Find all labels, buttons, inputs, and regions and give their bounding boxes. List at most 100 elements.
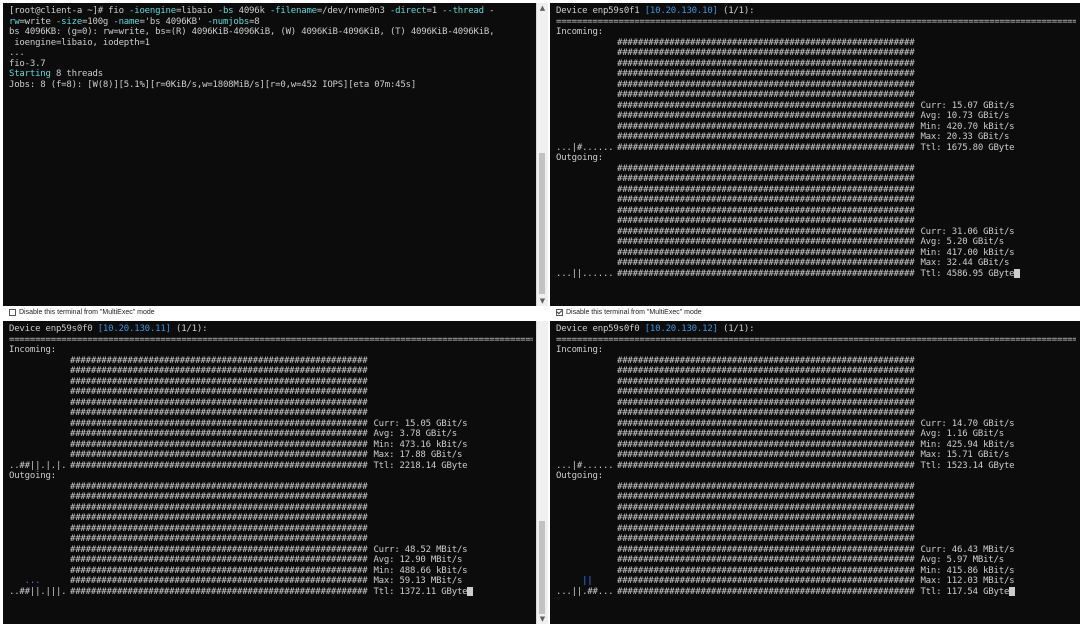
- graph-bars: ########################################…: [70, 387, 368, 397]
- stat-avg: Avg: 1.16 GBit/s: [920, 429, 1004, 439]
- graph-axis: [556, 258, 617, 269]
- terminal-output[interactable]: [root@client-a ~]# fio -ioengine=libaio …: [3, 3, 537, 306]
- stat-ttl: Ttl: 1372.11 GByte: [373, 586, 468, 597]
- graph-row: ########################################…: [9, 524, 533, 535]
- graph-bars: ########################################…: [70, 439, 368, 450]
- graph-row: ########################################…: [556, 366, 1076, 377]
- graph-axis: [9, 356, 70, 367]
- graph-bars: ########################################…: [617, 576, 915, 586]
- graph-axis: [556, 429, 617, 440]
- graph-row: ########################################…: [556, 174, 1076, 185]
- graph-axis: [556, 566, 617, 577]
- graph-row: ########################################…: [9, 513, 533, 524]
- down-arrow-icon[interactable]: ▼: [537, 614, 548, 624]
- graph-bars: ########################################…: [70, 576, 368, 586]
- terminal-output[interactable]: Device enp59s0f0 [10.20.130.12] (1/1): ==…: [550, 321, 1080, 624]
- multiexec-checkbox-row[interactable]: Disable this terminal from "MultiExec" m…: [550, 306, 702, 318]
- terminal-text: =/dev/nvme0n3: [316, 6, 390, 16]
- terminal-pane-bottom-left[interactable]: Device enp59s0f0 [10.20.130.11] (1/1): ==…: [3, 321, 548, 624]
- multiexec-checkbox-label: Disable this terminal from "MultiExec" m…: [19, 308, 155, 316]
- terminal-line: rw=write -size=100g -name='bs 4096KB' -n…: [9, 17, 533, 28]
- terminal-pane-fio[interactable]: [root@client-a ~]# fio -ioengine=libaio …: [3, 3, 548, 318]
- terminal-scrollbar[interactable]: ▼: [536, 321, 548, 624]
- graph-bars: ########################################…: [70, 534, 368, 544]
- stat-curr: Curr: 14.70 GBit/s: [920, 418, 1015, 429]
- graph-row: ..##||.|.|. #############################…: [9, 461, 533, 472]
- graph-row: ########################################…: [556, 206, 1076, 217]
- terminal-text: ='bs 4096KB': [139, 16, 208, 27]
- graph-axis: [556, 419, 617, 430]
- terminal-cursor: [1009, 586, 1016, 596]
- graph-axis: [556, 80, 617, 91]
- terminal-text: Starting: [9, 69, 51, 79]
- graph-axis: [556, 237, 617, 248]
- graph-row: ########################################…: [556, 440, 1076, 451]
- graph-axis: ...|#......: [556, 142, 614, 153]
- terminal-pane-bottom-right[interactable]: Device enp59s0f0 [10.20.130.12] (1/1): ==…: [550, 321, 1080, 624]
- outgoing-label: Outgoing:: [556, 153, 603, 163]
- graph-axis: [556, 366, 617, 377]
- graph-bars: ########################################…: [617, 387, 915, 397]
- graph-bars: ########################################…: [617, 195, 915, 205]
- down-arrow-icon[interactable]: ▼: [537, 296, 548, 306]
- stat-min: Min: 473.16 kBit/s: [373, 439, 468, 450]
- terminal-text: -: [483, 6, 495, 16]
- graph-axis: [556, 122, 617, 133]
- graph-axis: [9, 492, 70, 503]
- graph-axis: [9, 482, 70, 493]
- graph-bars: ########################################…: [617, 79, 915, 90]
- graph-axis: ...||......: [556, 268, 614, 279]
- graph-row: ########################################…: [9, 366, 533, 377]
- terminal-cursor: [1014, 268, 1021, 278]
- device-name: Device enp59s0f0: [9, 324, 93, 334]
- graph-bars: ########################################…: [617, 37, 915, 48]
- graph-row: ########################################…: [556, 111, 1076, 122]
- graph-bars: ########################################…: [70, 418, 368, 429]
- terminal-text: 4096k: [233, 6, 270, 16]
- stat-min: Min: 415.86 kBit/s: [920, 565, 1015, 576]
- device-ip: [10.20.130.10]: [644, 6, 718, 16]
- multiexec-checkbox-label: Disable this terminal from "MultiExec" m…: [566, 308, 702, 316]
- graph-axis: [556, 356, 617, 367]
- graph-bars: ########################################…: [70, 366, 368, 376]
- graph-bars: ########################################…: [617, 450, 915, 460]
- graph-bars: ########################################…: [617, 502, 915, 513]
- graph-bars: ########################################…: [70, 481, 368, 492]
- multiexec-checkbox[interactable]: [9, 308, 16, 316]
- terminal-line: ...: [9, 48, 533, 59]
- terminal-text: -ioengine: [129, 6, 176, 16]
- separator: ========================================…: [9, 334, 533, 345]
- graph-row: ########################################…: [556, 122, 1076, 133]
- up-arrow-icon[interactable]: ▲: [537, 3, 548, 13]
- terminal-scrollbar[interactable]: ▲ ▼: [536, 3, 548, 306]
- terminal-text: Jobs: 8 (f=8): [W(8)][5.1%][r=0KiB/s,w=1…: [9, 79, 417, 90]
- stat-max: Max: 20.33 GBit/s: [920, 132, 1010, 142]
- graph-row: ########################################…: [556, 185, 1076, 196]
- scrollbar-thumb[interactable]: [539, 153, 545, 294]
- page-indicator: (1/1):: [723, 6, 755, 16]
- incoming-label: Incoming:: [556, 345, 603, 355]
- graph-bars: ########################################…: [70, 460, 368, 471]
- graph-bars: ########################################…: [70, 544, 368, 555]
- graph-bars: ########################################…: [617, 439, 915, 450]
- terminal-pane-top-right[interactable]: Device enp59s0f1 [10.20.130.10] (1/1): ==…: [550, 3, 1080, 318]
- graph-bars: ########################################…: [617, 492, 915, 502]
- multiexec-checkbox-row[interactable]: Disable this terminal from "MultiExec" m…: [3, 306, 155, 318]
- terminal-text: [root@client-a ~]# fio: [9, 6, 130, 16]
- bmon-output: Device enp59s0f1 [10.20.130.10] (1/1): ==…: [556, 6, 1076, 279]
- graph-axis: [9, 440, 70, 451]
- graph-row: ########################################…: [556, 195, 1076, 206]
- terminal-output[interactable]: Device enp59s0f1 [10.20.130.10] (1/1): ==…: [550, 3, 1080, 306]
- scrollbar-thumb[interactable]: [539, 521, 545, 614]
- graph-bars: ########################################…: [617, 247, 915, 258]
- terminal-text: fio-3.7: [9, 58, 46, 69]
- graph-row: ########################################…: [556, 450, 1076, 461]
- graph-row: ########################################…: [556, 90, 1076, 101]
- terminal-text: 8 threads: [50, 69, 103, 79]
- graph-row: ########################################…: [556, 555, 1076, 566]
- graph-axis: [556, 38, 617, 49]
- graph-row: ########################################…: [556, 38, 1076, 49]
- multiexec-checkbox[interactable]: [556, 308, 563, 316]
- device-header: Device enp59s0f0 [10.20.130.12] (1/1):: [556, 324, 1076, 335]
- terminal-output[interactable]: Device enp59s0f0 [10.20.130.11] (1/1): ==…: [3, 321, 537, 624]
